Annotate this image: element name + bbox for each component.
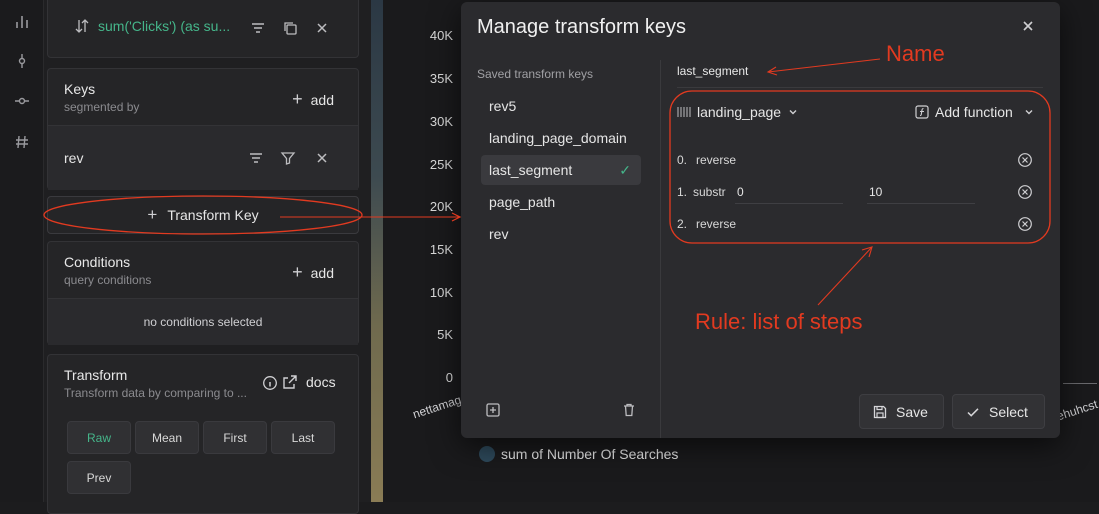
annotation-overlay xyxy=(43,58,1051,306)
transform-key-highlight xyxy=(43,195,363,235)
name-annotation: Name xyxy=(886,41,945,66)
rule-highlight xyxy=(669,90,1051,244)
rule-annotation: Rule: list of steps xyxy=(695,309,863,334)
annotation-arrow xyxy=(767,58,881,73)
annotation-arrow xyxy=(817,246,873,306)
